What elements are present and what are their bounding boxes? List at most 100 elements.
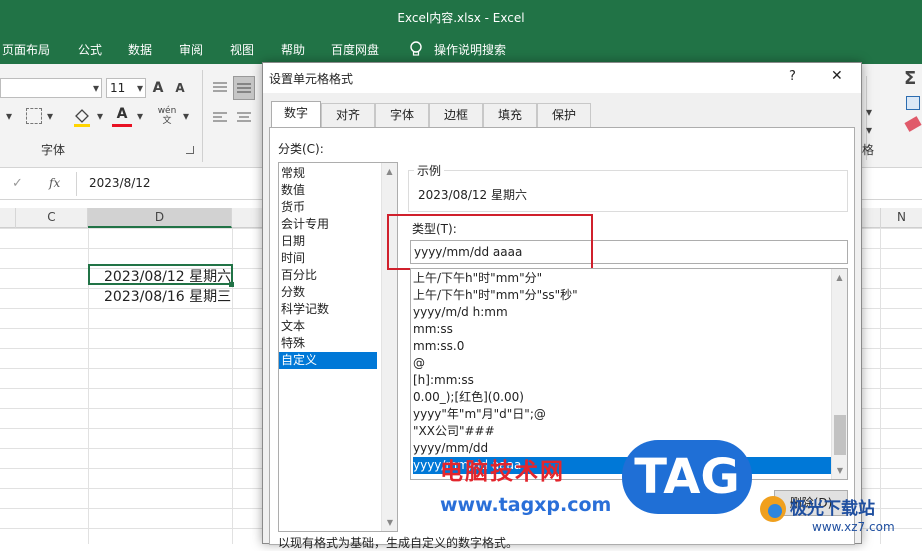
list-item[interactable]: 数值 bbox=[279, 182, 377, 199]
cell-d-date2[interactable]: 2023/08/16 星期三 bbox=[104, 286, 231, 306]
highlight-box bbox=[387, 214, 593, 270]
list-item[interactable]: 科学记数 bbox=[279, 301, 377, 318]
align-top-icon[interactable] bbox=[210, 78, 230, 98]
list-item[interactable]: "XX公司"### bbox=[413, 423, 831, 440]
align-center-icon[interactable] bbox=[234, 108, 254, 128]
category-list[interactable]: 常规 数值 货币 会计专用 日期 时间 百分比 分数 科学记数 文本 特殊 自定… bbox=[278, 162, 398, 532]
dialog-title-bar: 设置单元格格式 ? ✕ bbox=[263, 63, 861, 93]
window-title: Excel内容.xlsx - Excel bbox=[397, 11, 525, 25]
grow-font-icon[interactable]: A bbox=[150, 78, 166, 98]
fx-icon[interactable]: fx bbox=[49, 176, 60, 190]
shrink-font-icon[interactable]: A bbox=[172, 78, 188, 98]
list-item[interactable]: 文本 bbox=[279, 318, 377, 335]
menu-bar: 页面布局 公式 数据 审阅 视图 帮助 百度网盘 操作说明搜索 bbox=[0, 34, 922, 64]
close-button[interactable]: ✕ bbox=[831, 68, 843, 84]
list-item[interactable]: yyyy/m/d h:mm bbox=[413, 304, 831, 321]
list-item[interactable]: 百分比 bbox=[279, 267, 377, 284]
help-button[interactable]: ? bbox=[789, 69, 796, 84]
menu-view[interactable]: 视图 bbox=[230, 41, 254, 58]
fill-color-icon[interactable] bbox=[72, 106, 92, 128]
scroll-thumb[interactable] bbox=[834, 415, 846, 455]
align-middle-icon[interactable] bbox=[233, 76, 255, 100]
list-item[interactable]: @ bbox=[413, 355, 831, 372]
scroll-up-icon[interactable]: ▲ bbox=[832, 273, 847, 282]
watermark-title: 电脑技术网 bbox=[440, 459, 565, 485]
check-icon[interactable]: ✓ bbox=[12, 176, 23, 191]
dialog-launcher-icon[interactable] bbox=[186, 146, 194, 154]
list-item[interactable]: 上午/下午h"时"mm"分" bbox=[413, 270, 831, 287]
format-scrollbar[interactable]: ▲ ▼ bbox=[831, 269, 847, 479]
borders-icon[interactable] bbox=[26, 108, 42, 124]
align-left-icon[interactable] bbox=[210, 108, 230, 128]
tab-border[interactable]: 边框 bbox=[429, 103, 483, 127]
list-item[interactable]: [h]:mm:ss bbox=[413, 372, 831, 389]
chevron-down-icon[interactable]: ▾ bbox=[90, 78, 102, 98]
chevron-down-icon[interactable]: ▾ bbox=[134, 78, 146, 98]
scroll-down-icon[interactable]: ▼ bbox=[382, 518, 398, 527]
watermark-url2: www.xz7.com bbox=[812, 520, 895, 534]
group-divider bbox=[202, 70, 203, 162]
menu-formulas[interactable]: 公式 bbox=[78, 41, 102, 58]
column-header-d[interactable]: D bbox=[88, 208, 232, 228]
menu-baidu-netdisk[interactable]: 百度网盘 bbox=[331, 41, 379, 58]
list-item[interactable]: 0.00_);[红色](0.00) bbox=[413, 389, 831, 406]
aurora-logo-inner bbox=[768, 504, 782, 518]
tab-number[interactable]: 数字 bbox=[271, 101, 321, 128]
menu-page-layout[interactable]: 页面布局 bbox=[2, 41, 50, 58]
lightbulb-icon bbox=[408, 40, 424, 58]
list-item[interactable]: yyyy"年"m"月"d"日";@ bbox=[413, 406, 831, 423]
eraser-icon[interactable] bbox=[904, 116, 922, 132]
format-list[interactable]: 上午/下午h"时"mm"分" 上午/下午h"时"mm"分"ss"秒" yyyy/… bbox=[410, 268, 848, 480]
menu-tell-me-search[interactable]: 操作说明搜索 bbox=[434, 41, 506, 58]
sample-value: 2023/08/12 星期六 bbox=[418, 188, 527, 202]
font-size-value: 11 bbox=[110, 81, 126, 95]
title-bar: Excel内容.xlsx - Excel bbox=[0, 0, 922, 34]
sample-label: 示例 bbox=[414, 162, 445, 179]
scroll-up-icon[interactable]: ▲ bbox=[382, 167, 397, 176]
list-item[interactable]: 货币 bbox=[279, 199, 377, 216]
menu-help[interactable]: 帮助 bbox=[281, 41, 305, 58]
list-item[interactable]: mm:ss.0 bbox=[413, 338, 831, 355]
fill-down-icon[interactable] bbox=[906, 96, 920, 110]
formula-input[interactable]: 2023/8/12 bbox=[89, 176, 151, 190]
chevron-down-icon[interactable]: ▾ bbox=[0, 106, 18, 126]
tab-fill[interactable]: 填充 bbox=[483, 103, 537, 127]
tab-alignment[interactable]: 对齐 bbox=[321, 103, 375, 127]
list-item[interactable]: 常规 bbox=[279, 165, 377, 182]
list-item[interactable]: 时间 bbox=[279, 250, 377, 267]
dialog-title: 设置单元格格式 bbox=[269, 72, 354, 86]
phonetic-guide-icon[interactable]: wén 文 bbox=[156, 106, 178, 128]
column-header-n[interactable]: N bbox=[880, 208, 922, 228]
list-item-selected[interactable]: 自定义 bbox=[279, 352, 377, 369]
column-header-c[interactable]: C bbox=[16, 208, 88, 228]
tab-protection[interactable]: 保护 bbox=[537, 103, 591, 127]
font-group-label: 字体 bbox=[41, 143, 66, 157]
font-color-icon[interactable]: A bbox=[112, 106, 132, 128]
chevron-down-icon[interactable]: ▾ bbox=[44, 106, 56, 126]
chevron-down-icon[interactable]: ▾ bbox=[862, 102, 876, 122]
chevron-down-icon[interactable]: ▾ bbox=[94, 106, 106, 126]
tab-font[interactable]: 字体 bbox=[375, 103, 429, 127]
chevron-down-icon[interactable]: ▾ bbox=[180, 106, 192, 126]
footer-hint: 以现有格式为基础，生成自定义的数字格式。 bbox=[278, 536, 519, 550]
cell-d-date1[interactable]: 2023/08/12 星期六 bbox=[104, 266, 231, 286]
chevron-down-icon[interactable]: ▾ bbox=[862, 120, 876, 140]
menu-review[interactable]: 审阅 bbox=[179, 41, 203, 58]
chevron-down-icon[interactable]: ▾ bbox=[134, 106, 146, 126]
watermark-url: www.tagxp.com bbox=[440, 494, 612, 516]
list-item[interactable]: mm:ss bbox=[413, 321, 831, 338]
list-item[interactable]: 会计专用 bbox=[279, 216, 377, 233]
category-label: 分类(C): bbox=[278, 142, 324, 156]
menu-data[interactable]: 数据 bbox=[128, 41, 152, 58]
list-item[interactable]: 分数 bbox=[279, 284, 377, 301]
divider bbox=[76, 172, 77, 196]
list-item[interactable]: 日期 bbox=[279, 233, 377, 250]
font-name-box[interactable] bbox=[0, 78, 102, 98]
list-item[interactable]: 上午/下午h"时"mm"分"ss"秒" bbox=[413, 287, 831, 304]
column-header-b[interactable] bbox=[0, 208, 16, 228]
watermark-site2: 极光下载站 bbox=[790, 499, 875, 519]
list-item[interactable]: 特殊 bbox=[279, 335, 377, 352]
scroll-down-icon[interactable]: ▼ bbox=[832, 466, 847, 475]
tag-logo: TAG bbox=[622, 440, 752, 514]
autosum-icon[interactable]: Σ bbox=[904, 70, 922, 88]
